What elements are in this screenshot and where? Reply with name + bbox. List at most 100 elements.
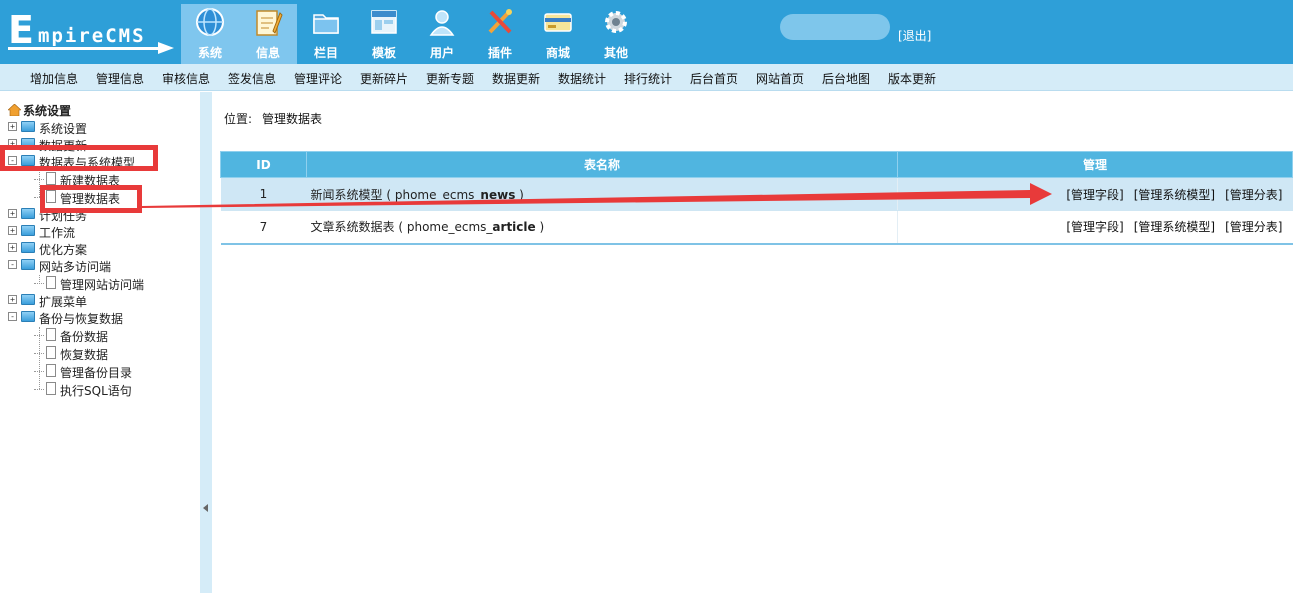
document-icon	[46, 276, 56, 289]
breadcrumb-label: 位置:	[224, 112, 253, 126]
empirecms-logo[interactable]: E mpireCMS	[6, 8, 174, 58]
logo-arrow-icon	[158, 42, 174, 54]
document-icon	[46, 382, 56, 395]
expand-icon[interactable]: +	[8, 243, 17, 252]
breadcrumb-link[interactable]: 管理数据表	[262, 112, 322, 126]
manage-fields-link[interactable]: [管理字段]	[1066, 220, 1123, 234]
user-icon	[429, 10, 455, 36]
globe-icon	[196, 8, 224, 36]
submenu-item[interactable]: 排行统计	[624, 70, 672, 87]
manage-fields-link[interactable]: [管理字段]	[1066, 188, 1123, 202]
submenu-item[interactable]: 更新碎片	[360, 70, 408, 87]
expand-icon[interactable]: +	[8, 209, 17, 218]
submenu-item[interactable]: 管理信息	[96, 70, 144, 87]
folder-icon	[21, 121, 35, 132]
tree-root[interactable]: 系统设置	[8, 102, 71, 119]
submenu-item[interactable]: 数据统计	[558, 70, 606, 87]
main-nav: 系统 信息 栏目 模板 用户 插件 商城 其他	[181, 4, 645, 64]
data-table-list: ID 表名称 管理 1 新闻系统模型 ( phome_ecms_news ) […	[220, 151, 1293, 245]
submenu-item[interactable]: 后台地图	[822, 70, 870, 87]
expand-icon[interactable]: +	[8, 122, 17, 131]
document-icon	[46, 364, 56, 377]
folder-icon	[21, 294, 35, 305]
submenu-item[interactable]: 后台首页	[690, 70, 738, 87]
nav-label: 系统	[197, 46, 222, 60]
submenu-item[interactable]: 签发信息	[228, 70, 276, 87]
top-header: E mpireCMS 系统 信息 栏目 模板 用户 插件 商城 其他 [退出]	[0, 0, 1293, 64]
folder-open-icon	[21, 259, 35, 270]
table-header-row: ID 表名称 管理	[220, 151, 1293, 178]
tree-root-label: 系统设置	[23, 104, 72, 118]
cell-id: 7	[220, 210, 307, 245]
nav-item-template[interactable]: 模板	[355, 4, 413, 64]
folder-icon	[21, 208, 35, 219]
nav-label: 其他	[603, 46, 628, 60]
nav-label: 信息	[255, 46, 280, 60]
cell-id: 1	[220, 177, 307, 211]
submenu-item[interactable]: 网站首页	[756, 70, 804, 87]
submenu-item[interactable]: 更新专题	[426, 70, 474, 87]
manage-subtable-link[interactable]: [管理分表]	[1225, 188, 1282, 202]
logout-link[interactable]: [退出]	[898, 27, 931, 44]
nav-item-shop[interactable]: 商城	[529, 4, 587, 64]
header-table-name: 表名称	[306, 151, 898, 178]
submenu-item[interactable]: 数据更新	[492, 70, 540, 87]
main-content: 位置: 管理数据表 ID 表名称 管理 1 新闻系统模型 ( phome_ecms…	[212, 92, 1293, 593]
table-row: 1 新闻系统模型 ( phome_ecms_news ) [管理字段] [管理系统…	[220, 177, 1293, 211]
sidebar-collapse-bar[interactable]	[200, 92, 212, 593]
folder-icon	[21, 242, 35, 253]
manage-model-link[interactable]: [管理系统模型]	[1134, 220, 1215, 234]
nav-label: 模板	[371, 46, 396, 60]
tools-icon	[488, 9, 512, 34]
document-icon	[46, 328, 56, 341]
gear-icon	[605, 11, 627, 33]
folder-icon	[313, 14, 339, 34]
document-icon	[46, 172, 56, 185]
cell-manage: [管理字段] [管理系统模型] [管理分表]	[897, 210, 1293, 245]
nav-label: 商城	[545, 46, 570, 60]
sub-menu-bar: 增加信息 管理信息 审核信息 签发信息 管理评论 更新碎片 更新专题 数据更新 …	[0, 64, 1293, 91]
submenu-item[interactable]: 审核信息	[162, 70, 210, 87]
breadcrumb: 位置: 管理数据表	[224, 110, 322, 127]
cell-table-name: 文章系统数据表 ( phome_ecms_article )	[306, 210, 898, 245]
header-id: ID	[220, 151, 307, 178]
card-icon	[544, 13, 572, 32]
submenu-item[interactable]: 版本更新	[888, 70, 936, 87]
tree-connector	[39, 327, 40, 389]
collapse-icon[interactable]: -	[8, 260, 17, 269]
folder-open-icon	[21, 311, 35, 322]
collapse-icon[interactable]: -	[8, 312, 17, 321]
annotation-box-data-tables	[0, 145, 158, 171]
manage-subtable-link[interactable]: [管理分表]	[1225, 220, 1282, 234]
nav-item-user[interactable]: 用户	[413, 4, 471, 64]
user-avatar-blurred	[780, 14, 890, 40]
table-row: 7 文章系统数据表 ( phome_ecms_article ) [管理字段][…	[220, 210, 1293, 245]
home-icon	[8, 104, 21, 116]
logo-text: mpireCMS	[38, 25, 146, 47]
logo-letter: E	[8, 8, 34, 52]
nav-item-info[interactable]: 信息	[239, 4, 297, 64]
header-manage: 管理	[897, 151, 1293, 178]
manage-model-link[interactable]: [管理系统模型]	[1134, 188, 1215, 202]
notepad-icon	[256, 10, 283, 36]
annotation-box-manage-tables	[40, 185, 142, 213]
folder-icon	[21, 225, 35, 236]
cell-table-name: 新闻系统模型 ( phome_ecms_news )	[306, 177, 898, 211]
app-window: E mpireCMS 系统 信息 栏目 模板 用户 插件 商城 其他 [退出] …	[0, 0, 1293, 593]
collapse-arrow-icon	[203, 504, 208, 512]
nav-label: 用户	[429, 46, 454, 60]
submenu-item[interactable]: 管理评论	[294, 70, 342, 87]
document-icon	[46, 346, 56, 359]
nav-item-plugin[interactable]: 插件	[471, 4, 529, 64]
expand-icon[interactable]: +	[8, 295, 17, 304]
logo-underline	[8, 47, 160, 50]
nav-item-column[interactable]: 栏目	[297, 4, 355, 64]
nav-item-other[interactable]: 其他	[587, 4, 645, 64]
nav-label: 插件	[487, 46, 512, 60]
nav-item-system[interactable]: 系统	[181, 4, 239, 64]
cell-manage: [管理字段] [管理系统模型] [管理分表]	[897, 177, 1293, 211]
expand-icon[interactable]: +	[8, 226, 17, 235]
submenu-item[interactable]: 增加信息	[30, 70, 78, 87]
window-icon	[371, 10, 397, 34]
nav-label: 栏目	[313, 46, 338, 60]
